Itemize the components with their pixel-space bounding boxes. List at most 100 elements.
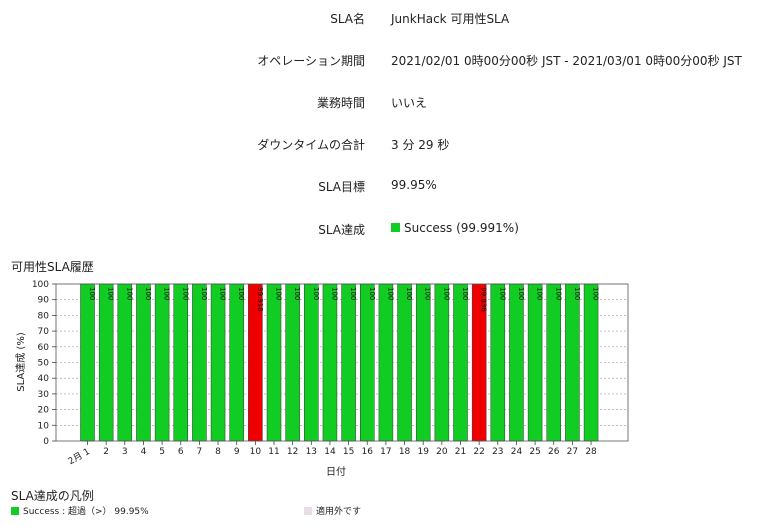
x-tick-label: 8 [215,447,221,457]
x-tick-label: 2月 1 [66,446,92,467]
bar-2 [98,283,114,442]
x-tick-label: 10 [250,447,262,457]
bar-value-label: 100 [386,287,394,300]
bar-value-label: 100 [536,287,544,300]
bar-value-label: 100 [181,287,189,300]
sla-name-value: JunkHack 可用性SLA [391,12,510,26]
y-tick-label: 10 [38,421,50,431]
legend-not-applicable-swatch [304,507,312,515]
bar-value-label: 100 [592,287,600,300]
bar-13 [304,283,319,442]
x-tick-label: 19 [417,447,429,457]
bar-value-label: 100 [163,287,171,300]
bar-value-label: 100 [312,287,320,300]
info-row-business-hours: 業務時間 いいえ [0,91,768,113]
bar-value-label: 100 [107,287,115,300]
bar-value-label: 100 [368,287,376,300]
x-tick-label: 25 [529,447,540,457]
bar-25 [527,283,543,442]
x-tick-label: 7 [197,447,203,457]
sla-name-label: SLA名 [330,12,365,26]
info-row-sla-target: SLA目標 99.95% [0,175,768,197]
bar-3 [117,283,133,442]
bar-12 [285,283,300,442]
x-tick-label: 27 [567,447,578,457]
bar-23 [490,283,506,442]
bar-14 [322,283,338,442]
bar-5 [154,283,170,442]
sla-achievement-label: SLA達成 [318,223,365,237]
x-tick-label: 6 [178,447,184,457]
info-row-sla-achievement: SLA達成 Success (99.991%) [0,218,768,240]
bar-value-label: 100 [275,287,283,300]
total-downtime-label: ダウンタイムの合計 [257,138,365,152]
total-downtime-value: 3 分 29 秒 [391,138,450,152]
y-tick-label: 30 [38,390,50,400]
bar-4 [136,283,151,442]
bar-value-label: 100 [237,287,245,300]
y-tick-label: 90 [38,296,50,306]
sla-history-chart: 100 100 100 100 100 100 100 100 100 99.918 100 100 1… [15,280,629,478]
operation-period-value: 2021/02/01 0時00分00秒 JST - 2021/03/01 0時0… [391,54,742,68]
bar-20 [434,283,450,442]
x-tick-label: 22 [473,447,484,457]
bar-value-label: 100 [461,287,469,300]
sla-achievement-value: Success (99.991%) [391,221,519,235]
x-tick-label: 28 [585,447,597,457]
business-hours-value: いいえ [391,96,428,110]
bar-19 [415,283,431,442]
x-tick-label: 5 [159,447,165,457]
y-axis-label: SLA達成 (%) [15,332,27,392]
x-tick-label: 3 [122,447,128,457]
x-tick-label: 14 [324,447,336,457]
bar-value-label: 100 [442,287,450,300]
y-tick-label: 50 [38,359,50,369]
bar-value-label: 99.918 [256,287,264,311]
business-hours-label: 業務時間 [316,96,365,110]
x-tick-label: 15 [343,447,354,457]
x-tick-label: 17 [380,447,391,457]
operation-period-label: オペレーション期間 [257,54,365,68]
bar-7 [192,283,207,442]
legend-success-swatch [11,507,19,515]
x-tick-label: 4 [141,447,147,457]
bar-11 [266,283,282,442]
bar-value-label: 100 [330,287,338,300]
x-axis-ticks: 2月 1 2 3 4 5 6 7 8 9 10 11 12 13 14 15 16 17 18 19 20 21 22 23… [66,441,597,467]
bar-value-label: 100 [349,287,357,300]
bar-value-label: 100 [200,287,208,300]
info-row-operation-period: オペレーション期間 2021/02/01 0時00分00秒 JST - 2021… [0,49,768,71]
x-tick-label: 23 [492,447,503,457]
bar-16 [360,283,375,442]
bar-value-label: 100 [405,287,413,300]
sla-target-value: 99.95% [391,178,437,192]
bar-value-label: 99.836 [480,287,488,312]
bar-9 [229,283,244,442]
success-status-swatch [391,223,400,232]
bar-21 [453,283,468,442]
bar-27 [565,283,580,442]
x-tick-label: 26 [548,447,560,457]
x-axis-label: 日付 [326,465,346,478]
x-tick-label: 2 [103,447,109,457]
x-tick-label: 12 [287,447,298,457]
bar-8 [210,283,226,442]
bar-value-label: 100 [424,287,432,300]
bar-value-label: 100 [293,287,301,300]
info-row-total-downtime: ダウンタイムの合計 3 分 29 秒 [0,133,768,155]
bar-2月1 [80,283,95,442]
y-tick-label: 20 [38,406,50,416]
bar-value-label: 100 [88,287,96,300]
bar-value-label: 100 [554,287,562,300]
bar-value-label: 100 [517,287,525,300]
y-tick-label: 100 [32,280,49,290]
bar-28 [583,283,599,442]
x-tick-label: 21 [455,447,466,457]
bar-value-label: 100 [125,287,133,300]
legend-success-label: Success : 超過（>） 99.95% [23,507,149,517]
sla-achievement-text: Success (99.991%) [404,221,519,235]
bar-26 [546,283,561,442]
x-tick-label: 24 [511,447,523,457]
x-tick-label: 18 [399,447,411,457]
info-row-sla-name: SLA名 JunkHack 可用性SLA [0,7,768,29]
